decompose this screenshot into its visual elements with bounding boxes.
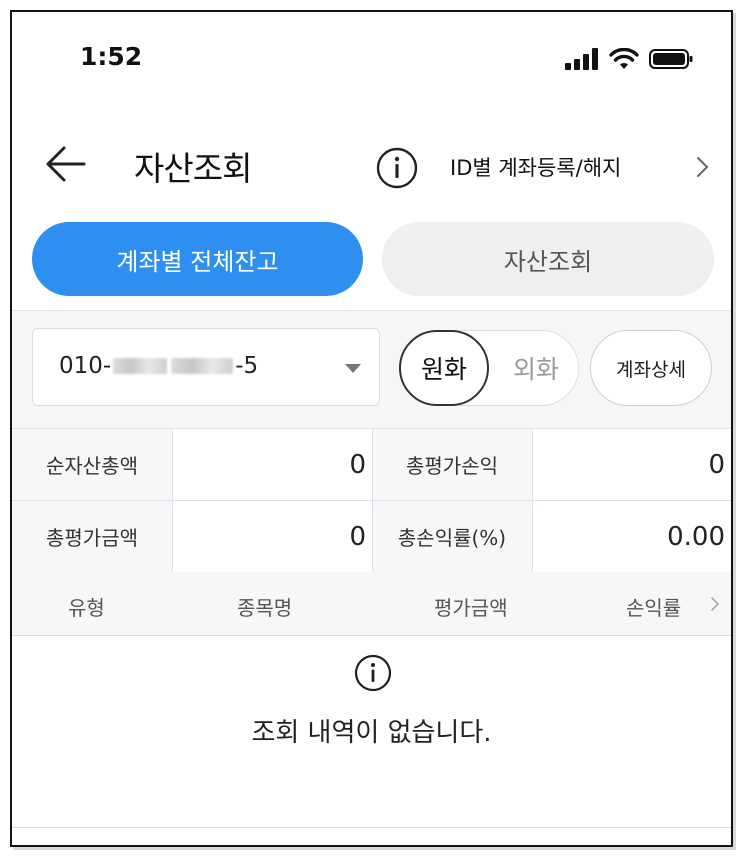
battery-icon: [649, 49, 693, 69]
net-assets-value: 0: [172, 429, 372, 501]
tab-asset-inquiry[interactable]: 자산조회: [382, 222, 714, 296]
grid-divider: [532, 429, 533, 573]
masked-segment: [171, 358, 234, 374]
info-icon: [354, 654, 392, 692]
currency-toggle: 원화 외화: [399, 330, 579, 406]
id-account-register-link[interactable]: ID별 계좌등록/해지: [450, 152, 621, 182]
summary-grid: 순자산총액 0 총평가손익 0 총평가금액 0 총손익률(%) 0.00: [12, 428, 731, 573]
total-return-label: 총손익률(%): [372, 501, 532, 573]
tab-account-balance[interactable]: 계좌별 전체잔고: [32, 222, 363, 296]
total-pl-label: 총평가손익: [372, 429, 532, 501]
grid-divider: [372, 429, 373, 573]
signal-icon: [565, 48, 598, 70]
dropdown-caret-icon: [345, 364, 361, 373]
net-assets-label: 순자산총액: [12, 429, 172, 501]
info-icon[interactable]: [376, 147, 418, 189]
status-bar: 1:52: [12, 12, 731, 102]
wifi-icon: [609, 48, 639, 69]
account-prefix: 010-: [59, 353, 112, 379]
total-pl-value: 0: [532, 429, 731, 501]
column-name: 종목명: [237, 596, 293, 620]
page-title: 자산조회: [134, 149, 252, 188]
account-detail-button[interactable]: 계좌상세: [590, 330, 712, 406]
status-icons: [565, 48, 693, 70]
column-type: 유형: [68, 596, 105, 620]
total-return-value: 0.00: [532, 501, 731, 573]
column-eval: 평가금액: [434, 596, 508, 620]
column-rate[interactable]: 손익률: [626, 592, 681, 621]
account-number: 010- -5: [59, 353, 258, 379]
app-header: 자산조회 ID별 계좌등록/해지: [12, 122, 731, 202]
phone-frame: 1:52 자산조회 ID별 계좌등록/해지 계좌별 전체잔고 자산조회 010-…: [10, 10, 733, 847]
chevron-right-icon[interactable]: [710, 596, 720, 612]
total-eval-value: 0: [172, 501, 372, 573]
account-suffix: -5: [235, 353, 259, 379]
divider: [12, 827, 731, 828]
total-eval-label: 총평가금액: [12, 501, 172, 573]
chevron-right-icon[interactable]: [692, 155, 712, 179]
back-arrow-icon[interactable]: [44, 142, 88, 186]
empty-message: 조회 내역이 없습니다.: [251, 718, 492, 748]
account-select[interactable]: 010- -5: [32, 328, 380, 406]
status-time: 1:52: [80, 42, 143, 71]
currency-krw-button[interactable]: 원화: [399, 330, 489, 406]
currency-fx-button[interactable]: 외화: [496, 331, 576, 405]
grid-divider: [172, 429, 173, 573]
masked-segment: [113, 358, 168, 374]
holdings-list-header: 유형 종목명 평가금액 손익률: [12, 572, 731, 636]
